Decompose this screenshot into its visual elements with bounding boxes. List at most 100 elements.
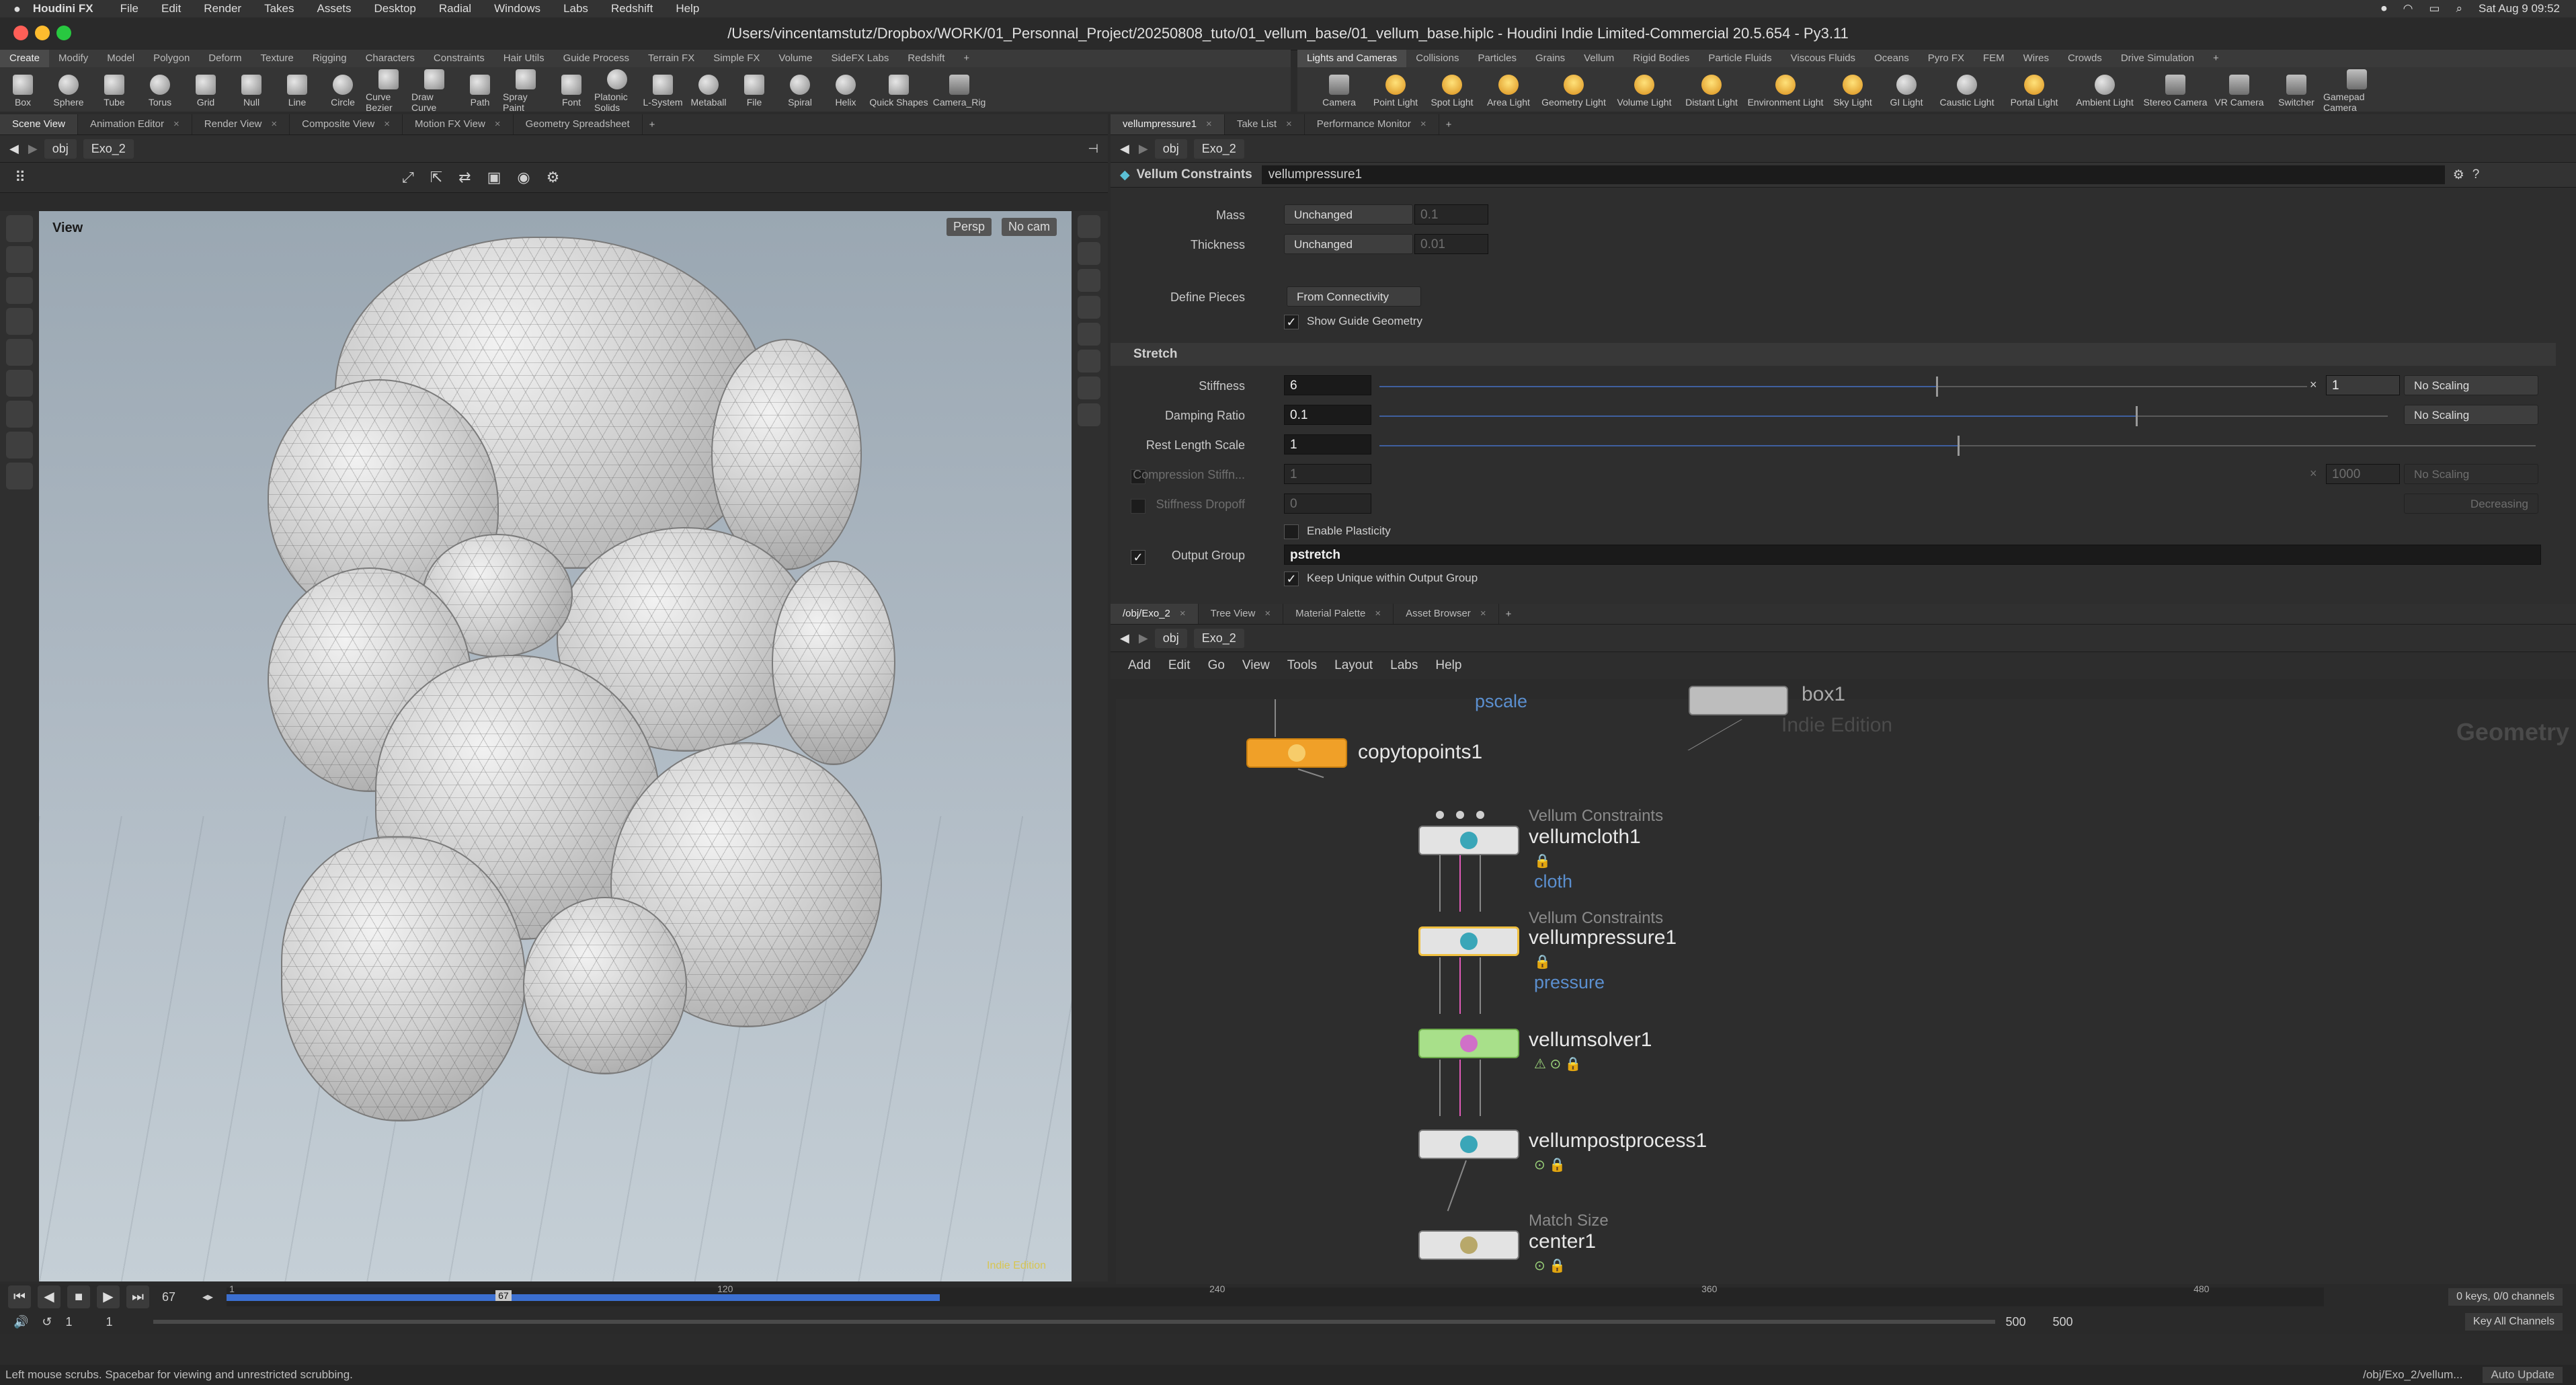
render-region-icon[interactable]: ◉ [517,169,530,186]
tool-distant-light[interactable]: Distant Light [1678,72,1745,108]
back-arrow-icon[interactable]: ◀ [1120,142,1129,156]
lock-icon[interactable]: 🔒 [1534,853,1551,869]
tool-gamepad-camera[interactable]: Gamepad Camera [2323,67,2390,113]
shelf-tab-wires[interactable]: Wires [2014,50,2058,67]
current-frame-field[interactable]: 67 [162,1290,202,1304]
tool-circle[interactable]: Circle [320,72,366,108]
tab-obj-exo2[interactable]: /obj/Exo_2 × [1111,604,1199,624]
shelf-tab-collisions[interactable]: Collisions [1406,50,1468,67]
timeline-bar[interactable]: 1 120 240 360 480 67 [227,1283,2325,1306]
menu-redshift[interactable]: Redshift [611,2,653,15]
tab-take-list[interactable]: Take List × [1225,114,1305,134]
shelf-tab-create[interactable]: Create [0,50,50,67]
tool-platonic-solids[interactable]: Platonic Solids [594,67,640,113]
shelf-tab-lights-cameras[interactable]: Lights and Cameras [1297,50,1407,67]
tab-motion-fx-view[interactable]: Motion FX View × [403,114,514,134]
start-frame-field-2[interactable]: 1 [106,1315,147,1329]
menu-assets[interactable]: Assets [317,2,351,15]
menu-labs[interactable]: Labs [563,2,588,15]
tool-sky-light[interactable]: Sky Light [1826,72,1880,108]
tool-stereo-camera[interactable]: Stereo Camera [2142,72,2209,108]
node-center1[interactable] [1418,1230,1519,1260]
tool-tube[interactable]: Tube [91,72,137,108]
tab-asset-browser[interactable]: Asset Browser × [1394,604,1499,624]
tool-null[interactable]: Null [229,72,274,108]
light-icon[interactable] [1078,242,1100,265]
slider-knob[interactable] [1958,436,1960,456]
battery-icon[interactable]: ▭ [2429,2,2440,15]
close-tab-icon[interactable]: × [1420,118,1426,130]
zoom-window-button[interactable] [56,26,71,40]
mass-menu[interactable]: Unchanged [1284,204,1413,225]
ghost-icon[interactable] [1078,323,1100,346]
tool-switcher[interactable]: Switcher [2269,72,2323,108]
points-icon[interactable] [1078,377,1100,399]
menu-radial[interactable]: Radial [439,2,471,15]
add-shelf-tab-button[interactable]: + [954,50,979,67]
tab-performance-monitor[interactable]: Performance Monitor × [1305,114,1439,134]
node-vellumsolver1[interactable] [1418,1029,1519,1058]
persp-button[interactable]: Persp [947,218,992,236]
tab-animation-editor[interactable]: Animation Editor × [78,114,192,134]
rest-length-scale-slider[interactable] [1379,436,2536,456]
rest-length-scale-field[interactable]: 1 [1284,434,1371,454]
play-button[interactable]: ▶ [97,1285,120,1308]
select-mode-icon[interactable]: ⤢ [402,169,414,186]
shelf-tab-simple-fx[interactable]: Simple FX [704,50,769,67]
tool-file[interactable]: File [731,72,777,108]
menu-takes[interactable]: Takes [264,2,294,15]
rotate-tool-icon[interactable] [6,277,33,304]
close-tab-icon[interactable]: × [1286,118,1292,130]
define-pieces-menu[interactable]: From Connectivity [1287,286,1421,307]
stop-button[interactable]: ■ [67,1285,90,1308]
shelf-tab-deform[interactable]: Deform [199,50,251,67]
tool-quick-shapes[interactable]: Quick Shapes [869,72,929,108]
close-tab-icon[interactable]: × [1206,118,1212,130]
shelf-tab-vellum[interactable]: Vellum [1574,50,1623,67]
show-guide-checkbox[interactable]: ✓ [1284,315,1299,329]
shelf-tab-grains[interactable]: Grains [1526,50,1574,67]
pick-icon[interactable]: ⇱ [430,169,442,186]
tool-point-light[interactable]: Point Light [1367,72,1424,108]
stiffness-scaling-menu[interactable]: No Scaling [2404,375,2538,395]
shelf-tab-hair-utils[interactable]: Hair Utils [494,50,554,67]
shelf-tab-pyro-fx[interactable]: Pyro FX [1919,50,1974,67]
tab-material-palette[interactable]: Material Palette × [1283,604,1394,624]
slider-knob[interactable] [1936,377,1938,397]
tab-scene-view[interactable]: Scene View [0,114,78,134]
input-port[interactable] [1436,811,1444,819]
menu-view[interactable]: View [1242,658,1270,673]
back-arrow-icon[interactable]: ◀ [9,142,19,156]
loop-icon[interactable]: ↺ [42,1315,52,1329]
shelf-tab-particles[interactable]: Particles [1468,50,1526,67]
shelf-tab-texture[interactable]: Texture [251,50,303,67]
lock-camera-icon[interactable] [1078,215,1100,238]
node-vellumpressure1[interactable] [1418,926,1519,956]
close-window-button[interactable] [13,26,28,40]
audio-icon[interactable]: 🔊 [13,1315,28,1329]
close-tab-icon[interactable]: × [1180,608,1186,619]
tab-geometry-spreadsheet[interactable]: Geometry Spreadsheet [514,114,643,134]
play-reverse-button[interactable]: ◀ [38,1285,61,1308]
path-obj[interactable]: obj [1154,138,1187,159]
shelf-tab-drive-simulation[interactable]: Drive Simulation [2111,50,2204,67]
shelf-tab-rigid-bodies[interactable]: Rigid Bodies [1623,50,1699,67]
help-icon[interactable]: ? [2472,167,2480,182]
input-port[interactable] [1476,811,1484,819]
wireframe-icon[interactable] [1078,296,1100,319]
menu-help[interactable]: Help [1435,658,1461,673]
record-icon[interactable]: ⏺ [2381,2,2387,15]
tool-font[interactable]: Font [549,72,594,108]
scale-tool-icon[interactable] [6,308,33,335]
add-tab-button[interactable]: + [1446,119,1452,130]
path-obj[interactable]: obj [1154,628,1187,648]
jump-start-button[interactable]: ⏮ [8,1285,31,1308]
shelf-tab-volume[interactable]: Volume [769,50,821,67]
menu-go[interactable]: Go [1208,658,1225,673]
shelf-tab-crowds[interactable]: Crowds [2058,50,2111,67]
tool-draw-curve[interactable]: Draw Curve [411,67,457,113]
playhead-marker[interactable]: 67 [495,1290,512,1301]
tab-render-view[interactable]: Render View × [192,114,290,134]
menu-desktop[interactable]: Desktop [374,2,416,15]
tool-spot-light[interactable]: Spot Light [1424,72,1480,108]
